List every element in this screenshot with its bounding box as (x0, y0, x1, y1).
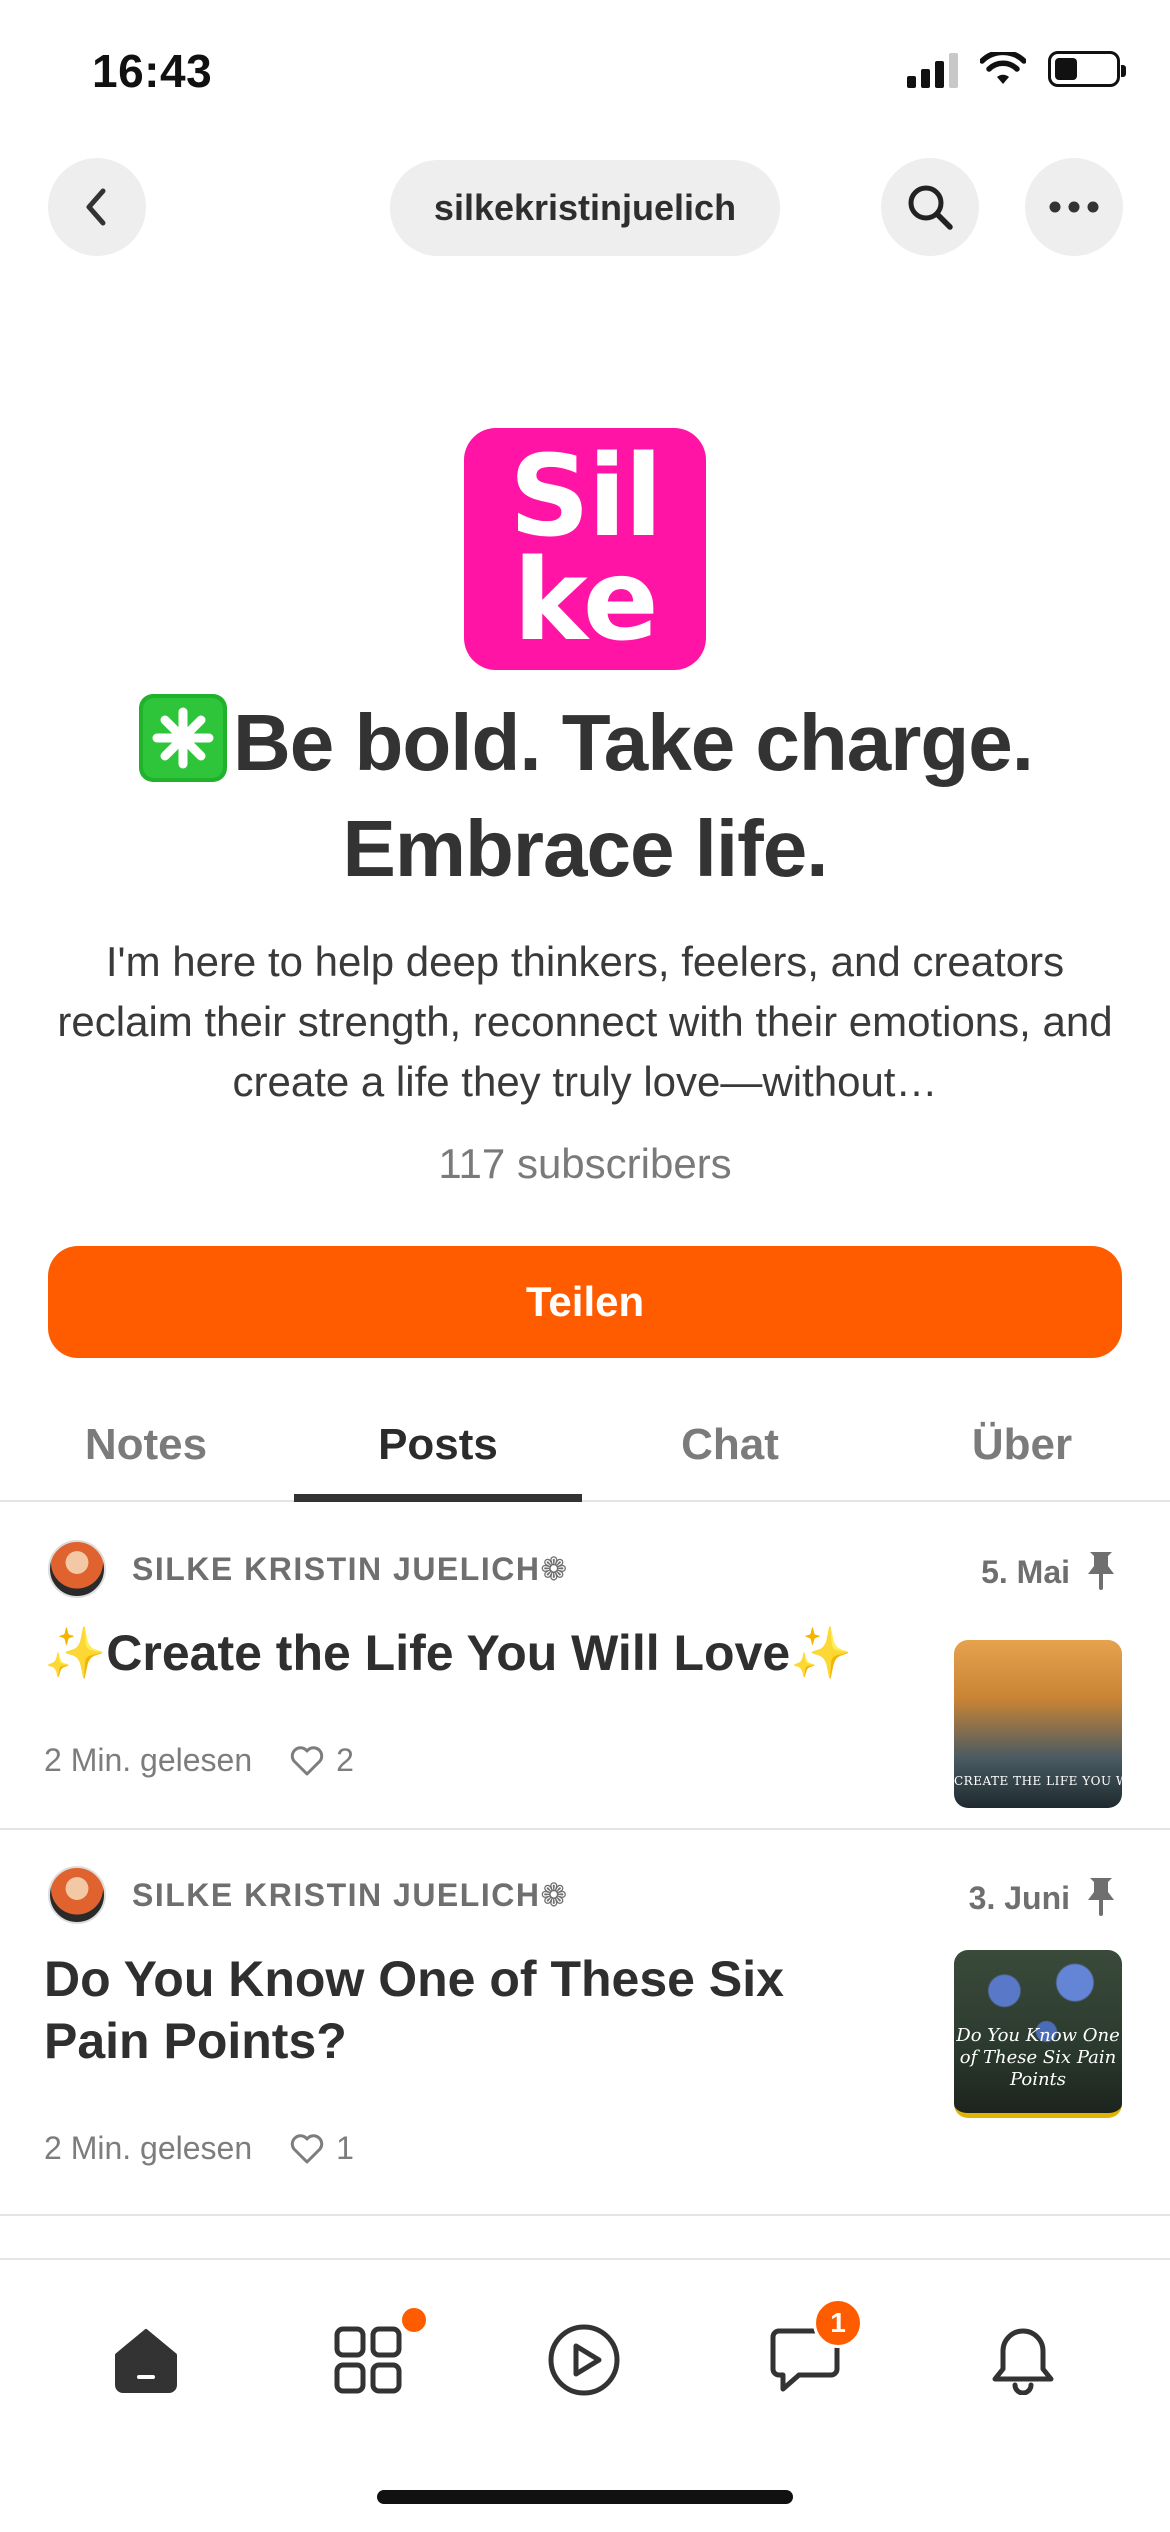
post-date: 5. Mai (981, 1554, 1070, 1590)
more-button[interactable] (1025, 158, 1123, 256)
publication-headline: Be bold. Take charge. Embrace life. (40, 690, 1130, 902)
status-icons (907, 50, 1126, 88)
like-count: 2 (336, 1742, 354, 1778)
logo-line-2: ke (513, 536, 658, 666)
signal-icon (907, 50, 958, 88)
nav-chat[interactable]: 1 (755, 2298, 863, 2410)
heart-icon[interactable] (290, 1745, 324, 1777)
post-meta: 2 Min. gelesen 1 (44, 2130, 354, 2167)
post-date: 3. Juni (968, 1880, 1070, 1916)
thumbnail-caption: CREATE THE LIFE YOU WILL LOVE (954, 1774, 1122, 1788)
chevron-left-icon (86, 188, 106, 226)
like-count: 1 (336, 2130, 354, 2166)
tab-bar: Notes Posts Chat Über (0, 1390, 1170, 1502)
back-button[interactable] (48, 158, 146, 256)
post-title[interactable]: ✨Create the Life You Will Love✨ (44, 1622, 852, 1684)
play-icon (548, 2324, 620, 2396)
heart-icon[interactable] (290, 2133, 324, 2165)
publication-logo: Sil ke (464, 428, 706, 670)
subscriber-count: 117 subscribers (438, 1140, 732, 1187)
avatar (48, 1540, 106, 1598)
nav-home[interactable] (96, 2310, 196, 2410)
post-title[interactable]: Do You Know One of These Six Pain Points… (44, 1948, 824, 2072)
logo-line-1: Sil (509, 432, 662, 562)
publication-handle-pill[interactable]: silkekristinjuelich (390, 160, 780, 256)
wifi-icon (980, 52, 1026, 84)
more-icon (1049, 201, 1099, 213)
post-author[interactable]: SILKE KRISTIN JUELICH❁ (48, 1540, 569, 1598)
post-meta: 2 Min. gelesen 2 (44, 1742, 354, 1779)
pin-icon (1088, 1878, 1114, 1916)
grid-icon (334, 2326, 402, 2394)
nav-explore[interactable] (318, 2308, 426, 2410)
status-time: 16:43 (92, 45, 213, 97)
nav-notifications[interactable] (973, 2310, 1073, 2410)
notification-dot (402, 2308, 426, 2332)
bell-icon (992, 2328, 1054, 2395)
thumbnail-caption: Do You Know One of These Six Pain Points (956, 2025, 1120, 2090)
avatar (48, 1866, 106, 1924)
read-time: 2 Min. gelesen (44, 1742, 253, 1778)
post-thumbnail[interactable]: CREATE THE LIFE YOU WILL LOVE (954, 1640, 1122, 1808)
post-item[interactable]: SILKE KRISTIN JUELICH❁ 3. Juni Do You Kn… (0, 1830, 1170, 2216)
chat-badge: 1 (813, 2298, 863, 2348)
post-item[interactable]: SILKE KRISTIN JUELICH❁ 5. Mai ✨Create th… (0, 1504, 1170, 1830)
share-button[interactable]: Teilen (48, 1246, 1122, 1358)
read-time: 2 Min. gelesen (44, 2130, 253, 2166)
tab-chat[interactable]: Chat (584, 1390, 876, 1500)
home-indicator (377, 2490, 793, 2504)
post-author[interactable]: SILKE KRISTIN JUELICH❁ (48, 1866, 569, 1924)
pin-icon (1088, 1552, 1114, 1590)
battery-icon (1048, 51, 1126, 87)
search-icon (908, 185, 953, 230)
search-button[interactable] (881, 158, 979, 256)
publication-bio: I'm here to help deep thinkers, feelers,… (57, 938, 1113, 1105)
post-thumbnail[interactable]: Do You Know One of These Six Pain Points (954, 1950, 1122, 2118)
nav-video[interactable] (534, 2310, 634, 2410)
eight-spoked-asterisk-icon (139, 694, 227, 782)
author-name: SILKE KRISTIN JUELICH❁ (132, 1877, 569, 1913)
headline-text: Be bold. Take charge. Embrace life. (233, 698, 1034, 893)
tab-notes[interactable]: Notes (0, 1390, 292, 1500)
author-name: SILKE KRISTIN JUELICH❁ (132, 1551, 569, 1587)
tab-about[interactable]: Über (876, 1390, 1168, 1500)
home-icon (115, 2329, 177, 2393)
tab-posts[interactable]: Posts (292, 1390, 584, 1502)
